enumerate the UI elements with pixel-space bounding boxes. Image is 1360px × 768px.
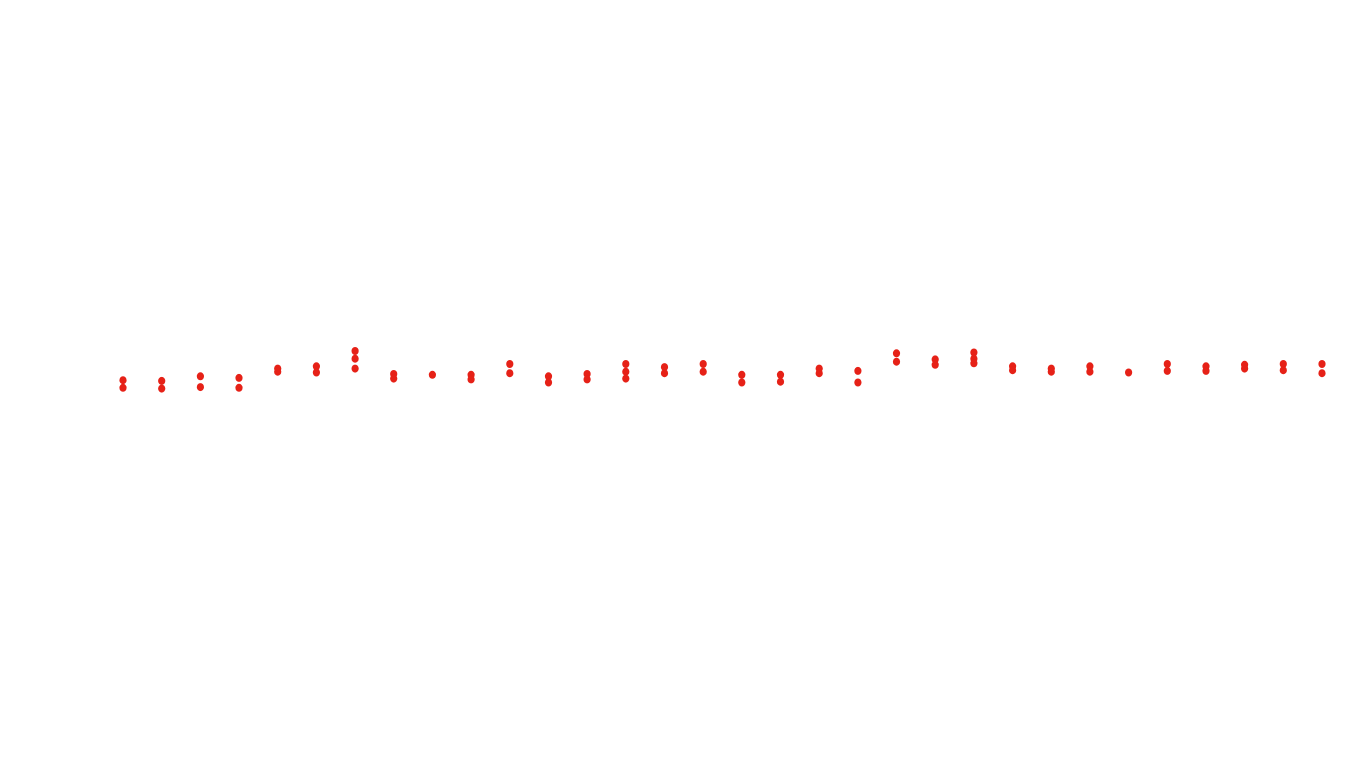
scatter-chart: [0, 0, 1360, 768]
data-point: [738, 378, 746, 387]
chart-canvas: [119, 347, 1326, 393]
data-point: [1125, 368, 1133, 377]
data-point: [1009, 366, 1017, 375]
data-point: [776, 370, 785, 379]
data-point: [1086, 367, 1094, 376]
data-point: [699, 367, 707, 376]
data-point: [506, 369, 514, 378]
data-point: [158, 384, 166, 393]
data-point: [428, 370, 436, 379]
data-point: [351, 347, 359, 355]
data-point: [351, 354, 359, 363]
data-point: [1047, 367, 1055, 376]
data-point: [467, 375, 475, 384]
data-point: [158, 376, 166, 385]
data-point: [196, 372, 204, 381]
data-point: [699, 360, 707, 368]
data-point: [1279, 366, 1287, 375]
data-point: [312, 368, 320, 377]
data-point: [892, 357, 901, 366]
data-point: [351, 364, 359, 373]
data-point: [892, 349, 901, 358]
data-point: [622, 360, 630, 368]
data-point: [235, 383, 243, 392]
data-point: [1318, 369, 1326, 378]
data-point: [776, 377, 785, 386]
data-point: [583, 375, 591, 384]
data-point: [931, 360, 939, 369]
data-point: [196, 383, 204, 392]
data-point: [1202, 366, 1210, 375]
data-point: [1318, 360, 1326, 368]
data-point: [622, 367, 630, 376]
data-point: [1241, 364, 1249, 373]
data-point: [1163, 366, 1171, 375]
data-point: [854, 378, 862, 387]
data-point: [854, 366, 862, 375]
data-point: [660, 369, 669, 378]
data-point: [970, 359, 978, 368]
data-point: [622, 374, 630, 383]
data-point: [1163, 360, 1171, 368]
data-point: [544, 378, 553, 387]
data-point: [274, 367, 282, 376]
data-point: [235, 373, 243, 382]
data-point: [738, 370, 746, 379]
data-point: [119, 383, 127, 392]
data-point: [506, 360, 514, 368]
data-point: [390, 374, 398, 383]
data-point: [119, 376, 127, 385]
data-point: [815, 369, 823, 378]
points-layer: [119, 347, 1326, 393]
